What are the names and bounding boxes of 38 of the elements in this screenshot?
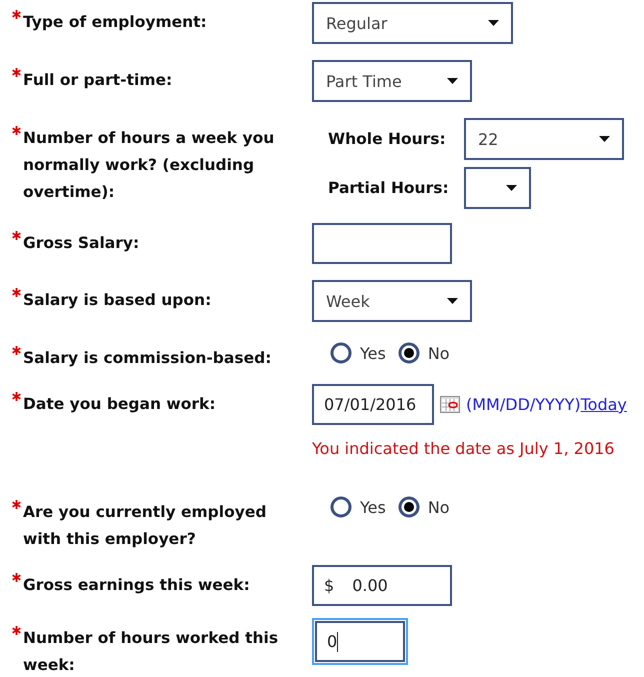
field-label: Partial Hours: xyxy=(328,179,450,197)
radio-button[interactable] xyxy=(398,342,420,364)
radio-button[interactable] xyxy=(330,342,352,364)
field-label: Are you currently employed with this employer? xyxy=(23,502,268,550)
field-label: Number of hours a week you normally work? (excluding overtime): xyxy=(23,128,276,203)
date-field[interactable]: 07/01/2016 xyxy=(312,384,434,425)
input-field[interactable]: 0 xyxy=(315,621,405,662)
dropdown[interactable]: Week xyxy=(312,280,472,322)
input-field[interactable]: $ 0.00 xyxy=(312,565,452,606)
dropdown[interactable]: 22 xyxy=(464,118,624,160)
field-label: Type of employment: xyxy=(23,12,208,33)
field-label: Gross earnings this week: xyxy=(23,575,251,596)
radio-label[interactable]: No xyxy=(428,344,450,362)
field-label: Gross Salary: xyxy=(23,233,140,254)
radio-button[interactable] xyxy=(330,496,352,518)
input-field[interactable] xyxy=(312,223,452,264)
dropdown[interactable]: Regular xyxy=(312,2,513,44)
field-label: Full or part-time: xyxy=(23,70,174,91)
dropdown[interactable] xyxy=(464,167,531,209)
field-label: Number of hours worked this week: xyxy=(23,628,280,676)
today-link[interactable]: Today xyxy=(580,395,627,414)
caret-icon xyxy=(599,136,610,142)
caret-icon xyxy=(447,298,458,304)
date-format-hint: (MM/DD/YYYY) xyxy=(466,395,581,414)
radio-label[interactable]: Yes xyxy=(360,498,386,516)
caret-icon xyxy=(488,20,499,26)
caret-icon xyxy=(447,78,458,84)
caret-icon xyxy=(506,185,517,191)
date-confirmation-message: You indicated the date as July 1, 2016 xyxy=(312,439,616,458)
radio-label[interactable]: No xyxy=(428,498,450,516)
field-label: Salary is based upon: xyxy=(23,290,212,311)
field-label: Whole Hours: xyxy=(328,130,447,148)
radio-label[interactable]: Yes xyxy=(360,344,386,362)
calendar-icon[interactable] xyxy=(440,396,460,413)
dropdown[interactable]: Part Time xyxy=(312,60,472,102)
field-label: Date you began work: xyxy=(23,394,217,415)
field-label: Salary is commission-based: xyxy=(23,348,272,369)
radio-button[interactable] xyxy=(398,496,420,518)
